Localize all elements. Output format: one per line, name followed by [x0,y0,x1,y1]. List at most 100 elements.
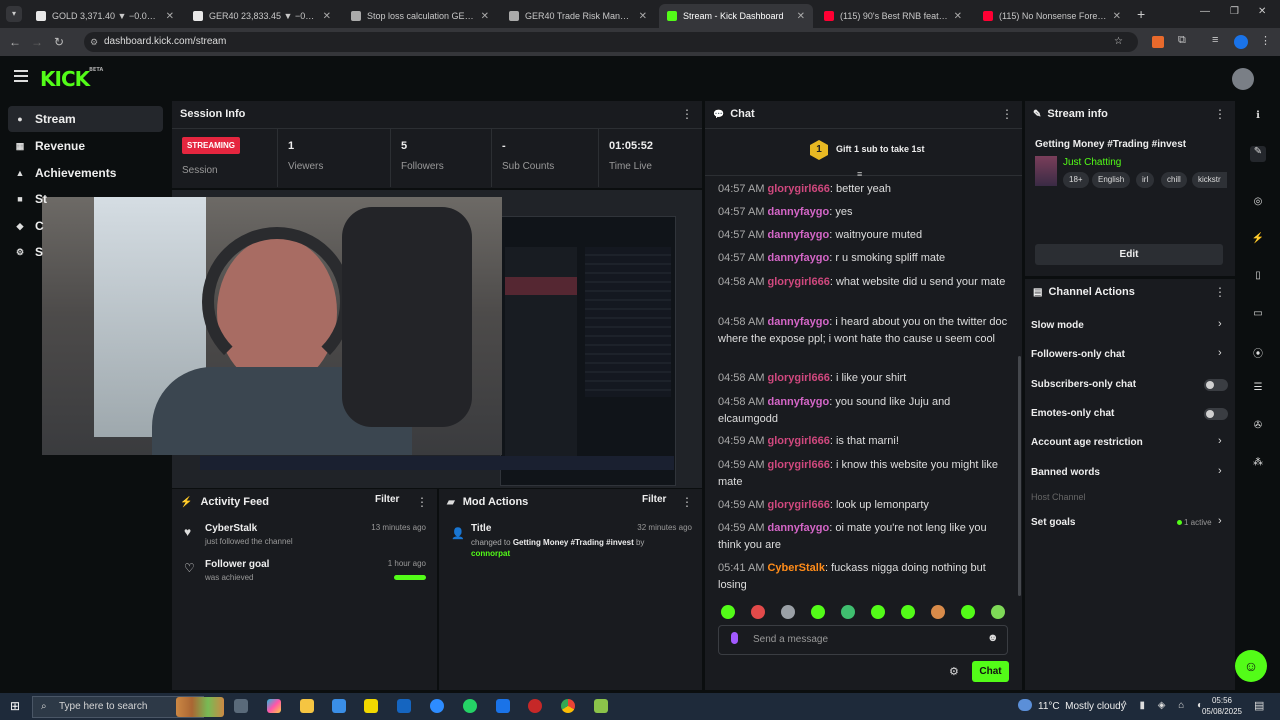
emote-icon[interactable] [871,605,885,619]
browser-tab[interactable]: GER40 Trade Risk Managemen ✕ [501,4,655,28]
system-tray-icons[interactable]: ^ ▮ ◈ ⌂ ◐ [1122,700,1208,711]
kick-logo[interactable]: KICKBETA [40,67,103,91]
channel-action-emotes-only-chat[interactable]: Emotes-only chat [1031,408,1114,419]
chevron-right-icon[interactable]: › [1218,435,1222,447]
close-tab-icon[interactable]: ✕ [797,11,805,22]
stream-tag[interactable]: kickstr [1192,172,1227,188]
chat-settings-gear-icon[interactable]: ⚙ [949,665,959,678]
close-tab-icon[interactable]: ✕ [166,11,174,22]
chat-username[interactable]: dannyfaygo [767,252,829,264]
broadcast-rail-icon[interactable]: ⦿ [1250,345,1266,361]
chevron-right-icon[interactable]: › [1218,347,1222,359]
user-avatar[interactable] [1232,68,1254,90]
gift-sub-banner[interactable]: 1 Gift 1 sub to take 1st ≡ [705,128,1022,179]
chat-username[interactable]: dannyfaygo [767,522,829,534]
copilot-icon[interactable] [267,699,281,713]
app-red-icon[interactable] [528,699,542,713]
emote-icon[interactable] [931,605,945,619]
weather-text[interactable]: 11°C Mostly cloudy [1038,701,1126,712]
emote-icon[interactable] [991,605,1005,619]
chrome-menu-icon[interactable]: ⋮ [1260,34,1271,47]
chat-username[interactable]: glorygirl666 [767,499,829,511]
channel-action-banned-words[interactable]: Banned words [1031,467,1100,478]
stream-tag[interactable]: English [1092,172,1131,188]
wrench-icon[interactable]: ✇ [1250,420,1266,436]
minimize-icon[interactable]: — [1200,6,1210,17]
store-icon[interactable] [332,699,346,713]
chat-username[interactable]: glorygirl666 [767,276,829,288]
notifications-icon[interactable]: ▤ [1254,699,1264,712]
chevron-right-icon[interactable]: › [1218,515,1222,527]
emote-icon[interactable] [841,605,855,619]
chat-scrollbar[interactable] [1018,356,1021,596]
close-tab-icon[interactable]: ✕ [323,11,331,22]
chat-username[interactable]: glorygirl666 [767,183,829,195]
new-tab-button[interactable]: + [1137,6,1145,22]
emote-icon[interactable] [901,605,915,619]
whatsapp-icon[interactable] [463,699,477,713]
stream-preview[interactable] [42,190,702,488]
emoji-picker-icon[interactable]: ☻ [987,632,999,644]
emote-icon[interactable] [961,605,975,619]
chat-more-icon[interactable]: ⋮ [1001,107,1013,121]
lightning-icon[interactable]: ⚡ [1250,233,1266,249]
sidebar-item-st[interactable]: ■ St [8,186,163,212]
close-tab-icon[interactable]: ✕ [481,11,489,22]
sidebar-item-s[interactable]: ⚙ S [8,239,163,265]
help-chat-bubble-icon[interactable]: ☺ [1235,650,1267,682]
activity-more-icon[interactable]: ⋮ [416,495,428,509]
layout-icon[interactable]: ☰ [1250,382,1266,398]
sidebar-item-achievements[interactable]: ▲ Achievements [8,160,163,186]
send-chat-button[interactable]: Chat [972,661,1009,682]
toggle-switch[interactable] [1204,408,1228,420]
browser-tab[interactable]: Stream - Kick Dashboard ✕ [659,4,813,28]
chat-rail-icon[interactable]: ▭ [1250,308,1266,324]
chat-username[interactable]: dannyfaygo [767,396,829,408]
info-icon[interactable]: ℹ [1250,110,1266,126]
sidebar-item-c[interactable]: ◆ C [8,213,163,239]
chat-username[interactable]: dannyfaygo [767,206,829,218]
windows-start-icon[interactable]: ⊞ [10,699,20,713]
mod-filter-button[interactable]: Filter [642,494,666,505]
hamburger-menu-icon[interactable] [14,70,28,82]
reload-icon[interactable]: ↻ [48,35,70,49]
url-input[interactable]: ⚙ dashboard.kick.com/stream ☆ [84,32,1138,52]
stream-tag[interactable]: chill [1161,172,1187,188]
channel-action-followers-only-chat[interactable]: Followers-only chat [1031,349,1125,360]
activity-filter-button[interactable]: Filter [375,494,399,505]
chat-username[interactable]: glorygirl666 [767,459,829,471]
edit-pencil-icon[interactable]: ✎ [1250,146,1266,162]
app-green-icon[interactable] [594,699,608,713]
task-view-icon[interactable] [234,699,248,713]
browser-tab[interactable]: GER40 23,833.45 ▼ −0.01% Un ✕ [185,4,339,28]
emote-icon[interactable] [721,605,735,619]
collapse-icon[interactable]: ≡ [857,169,862,179]
stream-tag[interactable]: 18+ [1063,172,1089,188]
close-tab-icon[interactable]: ✕ [1113,11,1121,22]
channel-action-account-age-restriction[interactable]: Account age restriction [1031,437,1143,448]
document-icon[interactable]: ▯ [1250,270,1266,286]
chrome-icon[interactable] [561,699,575,713]
browser-tab[interactable]: (115) 90's Best RNB featurin ✕ [816,4,970,28]
emote-icon[interactable] [781,605,795,619]
chevron-right-icon[interactable]: › [1218,318,1222,330]
session-more-icon[interactable]: ⋮ [681,107,693,121]
chat-username[interactable]: CyberStalk [767,562,824,574]
channel-actions-more-icon[interactable]: ⋮ [1214,285,1226,299]
channel-action-subscribers-only-chat[interactable]: Subscribers-only chat [1031,379,1136,390]
close-tab-icon[interactable]: ✕ [639,11,647,22]
app-yellow-icon[interactable] [364,699,378,713]
zoom-icon[interactable] [430,699,444,713]
channel-action-set-goals[interactable]: Set goals [1031,517,1075,528]
category-link[interactable]: Just Chatting [1063,157,1121,168]
chat-username[interactable]: dannyfaygo [767,316,829,328]
tab-search-button[interactable]: ▾ [6,6,22,22]
chat-username[interactable]: glorygirl666 [767,435,829,447]
close-window-icon[interactable]: ✕ [1258,6,1266,17]
mod-more-icon[interactable]: ⋮ [681,495,693,509]
file-explorer-icon[interactable] [300,699,314,713]
tab-groups-icon[interactable]: ≡ [1212,34,1218,46]
extension-icon[interactable] [1152,36,1164,48]
mod-user-link[interactable]: connorpat [471,549,510,558]
edit-stream-button[interactable]: Edit [1035,244,1223,265]
